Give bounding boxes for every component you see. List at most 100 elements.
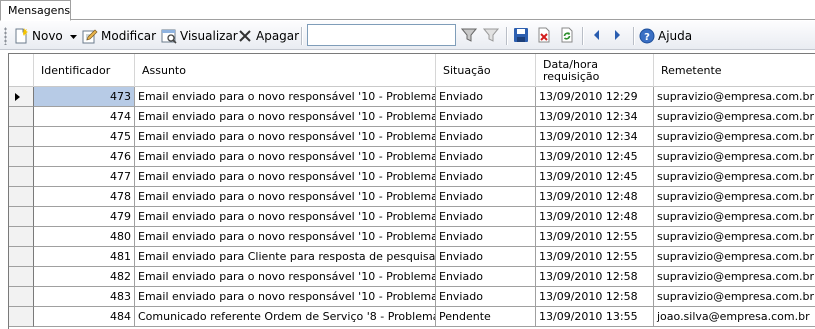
cell-remetente[interactable]: supravizio@empresa.com.br (654, 147, 815, 167)
table-row[interactable]: 480 Email enviado para o novo responsável… (9, 227, 815, 247)
row-header[interactable] (9, 307, 34, 327)
search-input[interactable] (307, 24, 456, 46)
cell-remetente[interactable]: supravizio@empresa.com.br (654, 247, 815, 267)
row-header[interactable] (9, 107, 34, 127)
header-identificador[interactable]: Identificador (34, 54, 135, 87)
cell-situacao[interactable]: Enviado (436, 227, 536, 247)
cell-data-hora[interactable]: 13/09/2010 12:55 (536, 247, 654, 267)
cell-assunto[interactable]: Email enviado para o novo responsável '1… (135, 107, 436, 127)
cell-assunto[interactable]: Email enviado para o novo responsável '1… (135, 287, 436, 307)
cell-identificador[interactable]: 482 (34, 267, 135, 287)
cell-remetente[interactable]: supravizio@empresa.com.br (654, 207, 815, 227)
row-header[interactable] (9, 287, 34, 307)
cell-data-hora[interactable]: 13/09/2010 12:55 (536, 227, 654, 247)
cell-identificador[interactable]: 479 (34, 207, 135, 227)
table-row[interactable]: 483 Email enviado para o novo responsável… (9, 287, 815, 307)
cell-identificador[interactable]: 476 (34, 147, 135, 167)
cell-assunto[interactable]: Comunicado referente Ordem de Serviço '8… (135, 307, 436, 327)
next-icon[interactable] (609, 27, 625, 43)
cell-identificador[interactable]: 473 (34, 87, 135, 107)
cell-situacao[interactable]: Enviado (436, 87, 536, 107)
cell-situacao[interactable]: Enviado (436, 107, 536, 127)
row-header[interactable] (9, 207, 34, 227)
row-header[interactable] (9, 167, 34, 187)
cell-situacao[interactable]: Enviado (436, 287, 536, 307)
cell-remetente[interactable]: supravizio@empresa.com.br (654, 267, 815, 287)
cell-data-hora[interactable]: 13/09/2010 12:45 (536, 147, 654, 167)
cell-situacao[interactable]: Pendente (436, 307, 536, 327)
cell-assunto[interactable]: Email enviado para o novo responsável '1… (135, 167, 436, 187)
cell-identificador[interactable]: 481 (34, 247, 135, 267)
apagar-button[interactable]: Apagar (237, 25, 299, 47)
cell-data-hora[interactable]: 13/09/2010 12:48 (536, 187, 654, 207)
table-row[interactable]: 484 Comunicado referente Ordem de Serviço… (9, 307, 815, 327)
cell-data-hora[interactable]: 13/09/2010 12:45 (536, 167, 654, 187)
filter-icon[interactable] (460, 27, 478, 43)
novo-dropdown[interactable] (70, 25, 77, 47)
cell-assunto[interactable]: Email enviado para o novo responsável '1… (135, 207, 436, 227)
cell-assunto[interactable]: Email enviado para o novo responsável '1… (135, 87, 436, 107)
row-header[interactable] (9, 127, 34, 147)
table-row[interactable]: 481 Email enviado para Cliente para respo… (9, 247, 815, 267)
cell-assunto[interactable]: Email enviado para o novo responsável '1… (135, 127, 436, 147)
header-assunto[interactable]: Assunto (135, 54, 436, 87)
cell-assunto[interactable]: Email enviado para o novo responsável '1… (135, 227, 436, 247)
cell-identificador[interactable]: 475 (34, 127, 135, 147)
row-header[interactable] (9, 87, 34, 107)
cell-data-hora[interactable]: 13/09/2010 12:58 (536, 267, 654, 287)
visualizar-button[interactable]: Visualizar (161, 25, 238, 47)
cell-assunto[interactable]: Email enviado para o novo responsável '1… (135, 187, 436, 207)
cell-identificador[interactable]: 474 (34, 107, 135, 127)
cell-data-hora[interactable]: 13/09/2010 13:55 (536, 307, 654, 327)
table-row[interactable]: 479 Email enviado para o novo responsável… (9, 207, 815, 227)
cell-remetente[interactable]: joao.silva@empresa.com.br (654, 307, 815, 327)
prev-icon[interactable] (589, 27, 605, 43)
cell-remetente[interactable]: supravizio@empresa.com.br (654, 127, 815, 147)
modificar-button[interactable]: Modificar (82, 25, 156, 47)
tab-mensagens[interactable]: Mensagens (0, 0, 71, 21)
table-row[interactable]: 482 Email enviado para o novo responsável… (9, 267, 815, 287)
cell-situacao[interactable]: Enviado (436, 187, 536, 207)
header-data-hora[interactable]: Data/hora requisição (536, 54, 654, 87)
cell-remetente[interactable]: supravizio@empresa.com.br (654, 187, 815, 207)
row-header[interactable] (9, 227, 34, 247)
cell-remetente[interactable]: supravizio@empresa.com.br (654, 167, 815, 187)
cell-identificador[interactable]: 480 (34, 227, 135, 247)
cell-identificador[interactable]: 478 (34, 187, 135, 207)
cell-situacao[interactable]: Enviado (436, 167, 536, 187)
cell-data-hora[interactable]: 13/09/2010 12:34 (536, 127, 654, 147)
cell-situacao[interactable]: Enviado (436, 207, 536, 227)
cell-assunto[interactable]: Email enviado para o novo responsável '1… (135, 147, 436, 167)
table-row[interactable]: 478 Email enviado para o novo responsável… (9, 187, 815, 207)
table-row[interactable]: 474 Email enviado para o novo responsável… (9, 107, 815, 127)
cell-data-hora[interactable]: 13/09/2010 12:48 (536, 207, 654, 227)
header-situacao[interactable]: Situação (436, 54, 536, 87)
cell-data-hora[interactable]: 13/09/2010 12:29 (536, 87, 654, 107)
row-header[interactable] (9, 147, 34, 167)
toolbar-grip[interactable] (4, 27, 7, 45)
cell-situacao[interactable]: Enviado (436, 127, 536, 147)
novo-button[interactable]: Novo (13, 25, 63, 47)
export-icon[interactable] (536, 27, 552, 43)
cell-identificador[interactable]: 483 (34, 287, 135, 307)
cell-remetente[interactable]: supravizio@empresa.com.br (654, 107, 815, 127)
cell-identificador[interactable]: 484 (34, 307, 135, 327)
cell-situacao[interactable]: Enviado (436, 247, 536, 267)
table-row[interactable]: 477 Email enviado para o novo responsável… (9, 167, 815, 187)
cell-situacao[interactable]: Enviado (436, 147, 536, 167)
cell-assunto[interactable]: Email enviado para o novo responsável '1… (135, 267, 436, 287)
save-icon[interactable] (513, 27, 529, 43)
cell-situacao[interactable]: Enviado (436, 267, 536, 287)
row-header[interactable] (9, 267, 34, 287)
row-header[interactable] (9, 247, 34, 267)
ajuda-button[interactable]: ? Ajuda (639, 25, 692, 47)
refresh-icon[interactable] (559, 27, 575, 43)
cell-data-hora[interactable]: 13/09/2010 12:58 (536, 287, 654, 307)
cell-remetente[interactable]: supravizio@empresa.com.br (654, 87, 815, 107)
cell-remetente[interactable]: supravizio@empresa.com.br (654, 227, 815, 247)
cell-identificador[interactable]: 477 (34, 167, 135, 187)
row-header[interactable] (9, 187, 34, 207)
cell-assunto[interactable]: Email enviado para Cliente para resposta… (135, 247, 436, 267)
cell-remetente[interactable]: supravizio@empresa.com.br (654, 287, 815, 307)
cell-data-hora[interactable]: 13/09/2010 12:34 (536, 107, 654, 127)
